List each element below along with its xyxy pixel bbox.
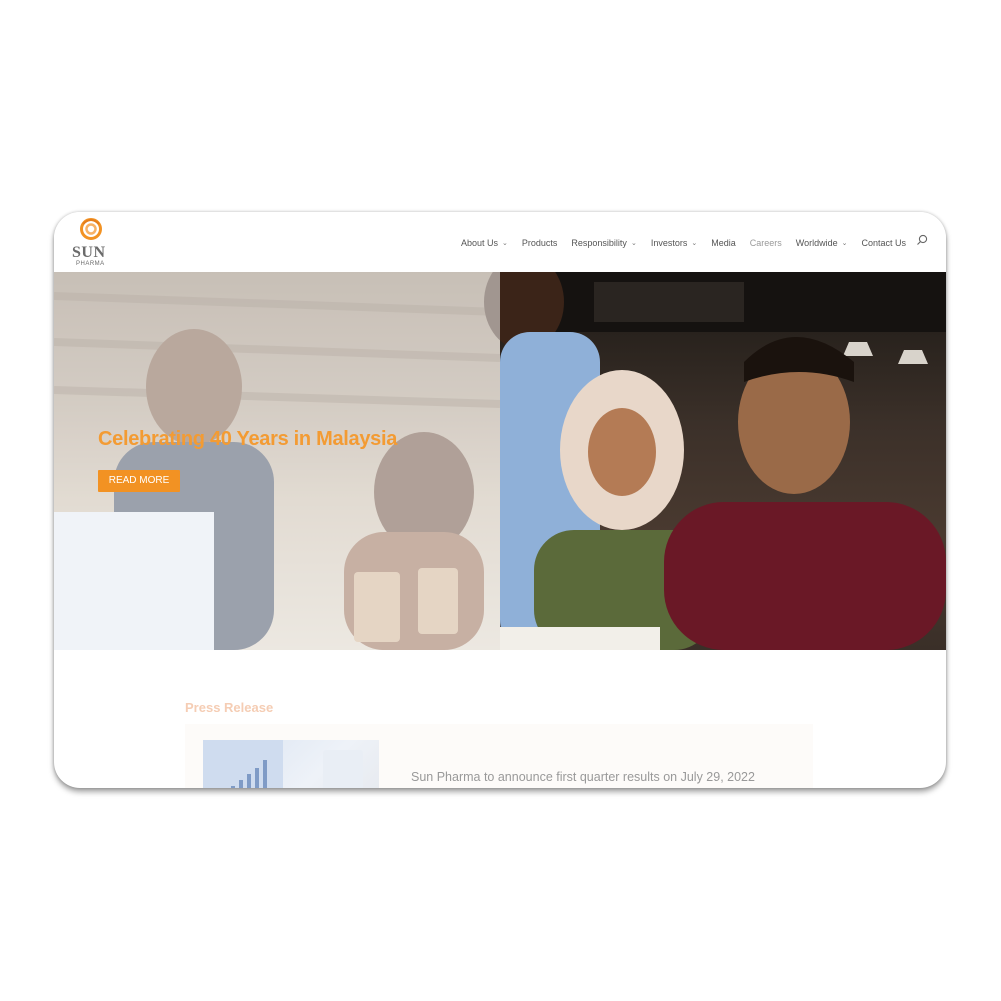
press-thumbnail-image [203, 740, 379, 788]
press-release-heading: Press Release [185, 700, 274, 715]
sun-swirl-logo-icon [80, 218, 102, 240]
nav-label: Careers [749, 238, 782, 248]
nav-products[interactable]: Products [522, 238, 558, 248]
press-release-card[interactable]: Sun Pharma to announce first quarter res… [185, 724, 813, 788]
nav-media[interactable]: Media [711, 238, 736, 248]
chart-thumbnail-icon [203, 740, 363, 788]
nav-label: Investors [650, 238, 688, 248]
nav-label: About Us [460, 238, 498, 248]
chevron-down-icon: ⌄ [630, 240, 637, 247]
site-header: SUN PHARMA About Us ⌄ Products Responsib… [54, 212, 946, 272]
nav-label: Media [711, 238, 736, 248]
nav-label: Worldwide [795, 238, 838, 248]
nav-worldwide[interactable]: Worldwide ⌄ [796, 238, 848, 248]
hero-banner: Celebrating 40 Years in Malaysia READ MO… [54, 272, 946, 650]
browser-frame: SUN PHARMA About Us ⌄ Products Responsib… [54, 212, 946, 788]
nav-responsibility[interactable]: Responsibility ⌄ [571, 238, 636, 248]
hero-title: Celebrating 40 Years in Malaysia [98, 428, 398, 450]
nav-investors[interactable]: Investors ⌄ [651, 238, 697, 248]
search-icon[interactable] [916, 234, 928, 246]
chevron-down-icon: ⌄ [502, 240, 508, 247]
logo-subtitle: PHARMA [76, 261, 105, 267]
logo-wordmark: SUN [72, 244, 106, 261]
nav-about-us[interactable]: About Us ⌄ [461, 238, 508, 248]
nav-contact-us[interactable]: Contact Us [861, 238, 906, 248]
nav-label: Contact Us [861, 238, 906, 248]
nav-label: Products [521, 238, 558, 248]
chevron-down-icon: ⌄ [841, 240, 848, 247]
hero-text-overlay [54, 272, 500, 650]
main-nav: About Us ⌄ Products Responsibility ⌄ Inv… [447, 238, 906, 248]
chevron-down-icon: ⌄ [691, 240, 698, 247]
nav-careers[interactable]: Careers [750, 238, 782, 248]
nav-label: Responsibility [571, 238, 627, 248]
press-headline-link[interactable]: Sun Pharma to announce first quarter res… [411, 770, 755, 784]
sun-pharma-logo[interactable]: SUN PHARMA [70, 218, 114, 268]
read-more-button[interactable]: READ MORE [98, 470, 180, 492]
